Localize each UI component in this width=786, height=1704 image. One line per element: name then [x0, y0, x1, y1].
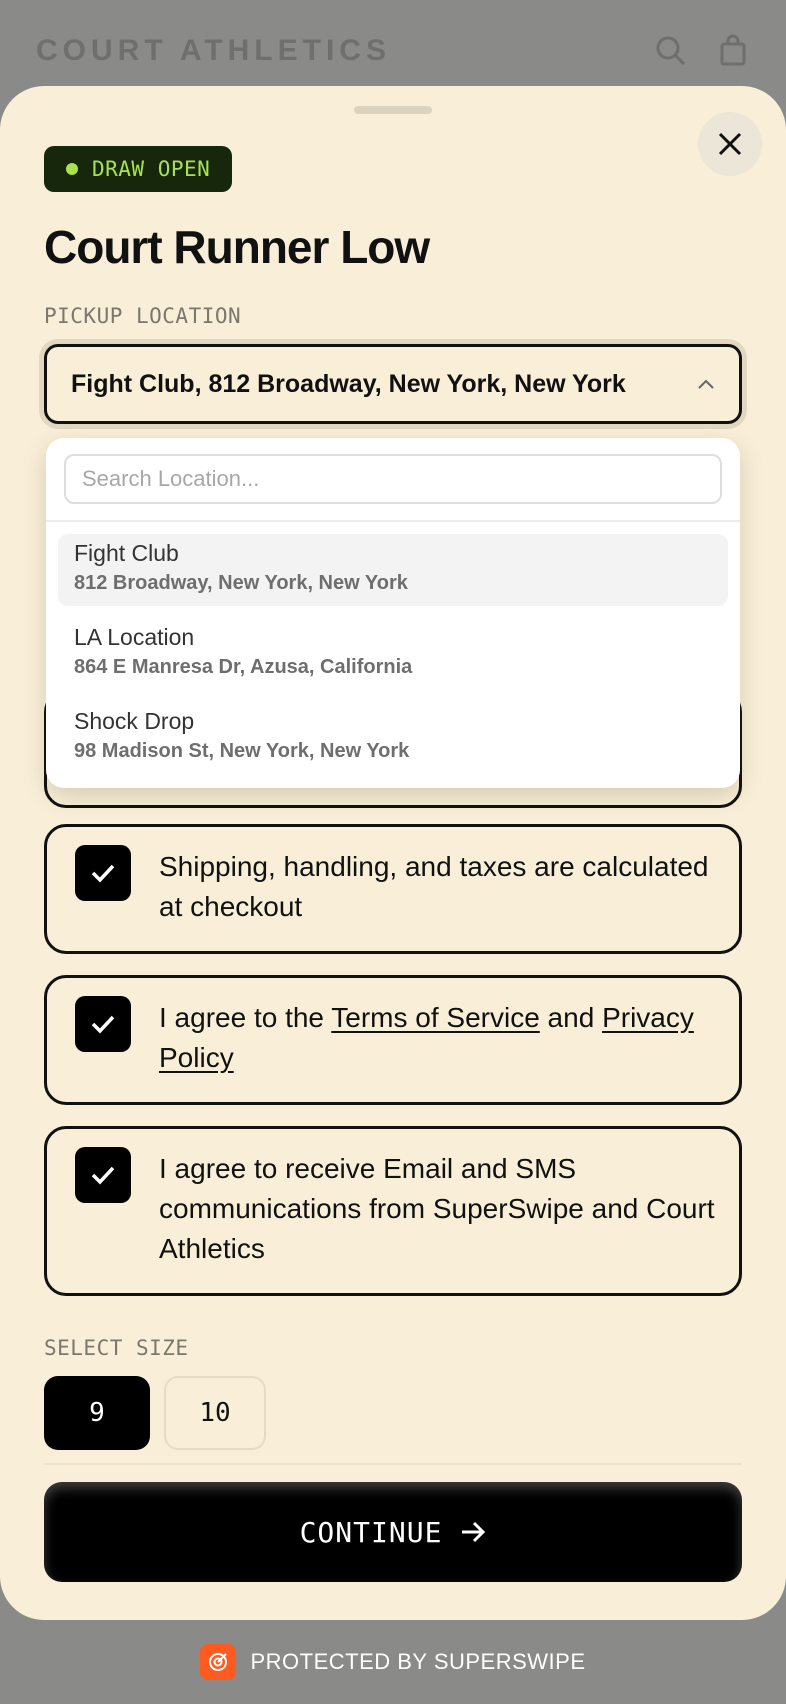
product-sheet: DRAW OPEN Court Runner Low PICKUP LOCATI…	[0, 86, 786, 1620]
search-icon	[656, 36, 686, 66]
sheet-grabber[interactable]	[354, 106, 432, 114]
location-option-address: 864 E Manresa Dr, Azusa, California	[74, 656, 413, 678]
checkmark-icon	[91, 864, 115, 883]
close-button[interactable]	[698, 112, 762, 176]
pickup-location-label: PICKUP LOCATION	[44, 304, 242, 328]
terms-agreement-text: I agree to the Terms of Service and Priv…	[159, 998, 719, 1078]
location-option-name: LA Location	[74, 624, 195, 650]
marketing-consent-text: I agree to receive Email and SMS communi…	[159, 1153, 715, 1264]
arrow-right-icon	[462, 1521, 486, 1543]
chevron-up-icon	[698, 379, 714, 389]
shipping-notice-text: Shipping, handling, and taxes are calcul…	[159, 851, 709, 922]
terms-conjunction: and	[539, 1002, 603, 1033]
bag-icon	[720, 34, 746, 66]
marketing-checkbox[interactable]	[75, 1147, 131, 1203]
location-dropdown: Fight Club 812 Broadway, New York, New Y…	[46, 438, 740, 788]
terms-checkbox[interactable]	[75, 996, 131, 1052]
divider	[44, 1463, 742, 1465]
location-option-shock-drop[interactable]: Shock Drop 98 Madison St, New York, New …	[58, 702, 728, 774]
location-option-la-location[interactable]: LA Location 864 E Manresa Dr, Azusa, Cal…	[58, 618, 728, 690]
continue-button[interactable]: CONTINUE	[44, 1482, 742, 1582]
location-search-input[interactable]	[64, 454, 722, 504]
shipping-checkbox[interactable]	[75, 845, 131, 901]
brand-logo: COURT ATHLETICS	[36, 34, 391, 67]
marketing-consent-card[interactable]: I agree to receive Email and SMS communi…	[44, 1126, 742, 1296]
location-option-address: 812 Broadway, New York, New York	[74, 572, 408, 594]
continue-label: CONTINUE	[299, 1515, 443, 1549]
pickup-location-select[interactable]: Fight Club, 812 Broadway, New York, New …	[44, 344, 742, 424]
terms-of-service-link[interactable]: Terms of Service	[331, 1002, 540, 1033]
location-option-fight-club[interactable]: Fight Club 812 Broadway, New York, New Y…	[58, 534, 728, 606]
pickup-selected-value: Fight Club, 812 Broadway, New York, New …	[71, 369, 626, 398]
checkmark-icon	[91, 1015, 115, 1034]
terms-prefix: I agree to the	[159, 1002, 332, 1033]
checkmark-icon	[91, 1166, 115, 1185]
badge-label: DRAW OPEN	[92, 157, 211, 181]
location-option-name: Fight Club	[74, 540, 179, 566]
status-dot-icon	[66, 163, 78, 175]
location-option-address: 98 Madison St, New York, New York	[74, 740, 410, 762]
close-icon	[718, 132, 742, 156]
superswipe-logo-icon	[200, 1644, 237, 1680]
footer-text: PROTECTED BY SUPERSWIPE	[250, 1649, 586, 1674]
size-option-9[interactable]: 9	[44, 1376, 150, 1450]
draw-status-badge: DRAW OPEN	[44, 146, 233, 192]
size-option-10[interactable]: 10	[164, 1376, 266, 1450]
shipping-notice-card[interactable]: Shipping, handling, and taxes are calcul…	[44, 824, 742, 954]
terms-agreement-card[interactable]: I agree to the Terms of Service and Priv…	[44, 975, 742, 1105]
protected-footer: PROTECTED BY SUPERSWIPE	[0, 1644, 786, 1680]
select-size-label: SELECT SIZE	[44, 1336, 189, 1360]
product-title: Court Runner Low	[44, 221, 430, 273]
location-option-name: Shock Drop	[74, 708, 195, 734]
dropdown-divider	[46, 520, 740, 522]
